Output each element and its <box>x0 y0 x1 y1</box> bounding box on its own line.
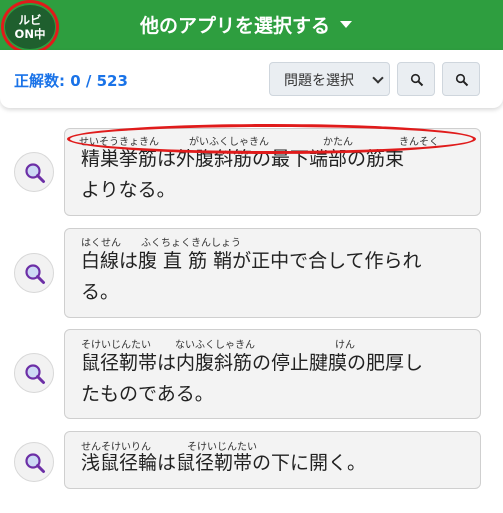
app-switcher-dropdown[interactable]: 他のアプリを選択する <box>140 11 353 38</box>
furigana: きんそく <box>399 137 439 148</box>
lookup-button[interactable] <box>14 253 54 293</box>
question-line: 精巣挙筋は外腹斜筋の最下端部の筋束 <box>81 148 405 170</box>
question-select-value: 問題を選択 <box>284 73 354 89</box>
ruby-toggle-line2: ON中 <box>14 27 46 41</box>
magnifier-icon <box>25 264 45 284</box>
question-text: 白線は腹 直 筋 鞘が正中で合して作られ る。 <box>81 246 422 308</box>
question-line: る。 <box>81 281 120 303</box>
magnifier-icon <box>25 453 45 473</box>
magnifier-icon <box>25 364 45 384</box>
zoom-out-button[interactable] <box>397 62 435 96</box>
question-text: 鼠径靭帯は内腹斜筋の停止腱膜の肥厚し たものである。 <box>81 348 423 410</box>
question-line: 浅鼠径輪は鼠径靭帯の下に開く。 <box>81 452 367 474</box>
question-line: よりなる。 <box>81 179 176 201</box>
question-select[interactable]: 問題を選択 <box>269 62 390 96</box>
chevron-down-icon <box>372 72 384 84</box>
magnifier-icon <box>25 163 45 183</box>
zoom-in-button[interactable] <box>442 62 480 96</box>
lookup-button[interactable] <box>14 152 54 192</box>
question-card[interactable]: せんそけいりん そけいじんたい 浅鼠径輪は鼠径靭帯の下に開く。 <box>64 431 481 489</box>
question-card[interactable]: はくせん ふくちょくきんしょう 白線は腹 直 筋 鞘が正中で合して作られ る。 <box>64 228 481 318</box>
question-line: たものである。 <box>81 383 214 405</box>
question-text: 浅鼠径輪は鼠径靭帯の下に開く。 <box>81 448 366 479</box>
question-line: 白線は腹 直 筋 鞘が正中で合して作られ <box>81 250 422 272</box>
app-header: ルビ ON中 他のアプリを選択する <box>0 0 503 54</box>
zoom-out-icon <box>410 73 424 87</box>
app-switcher-label: 他のアプリを選択する <box>140 15 331 37</box>
score-counter: 正解数: 0 / 523 <box>14 72 128 90</box>
question-line: 鼠径靭帯は内腹斜筋の停止腱膜の肥厚し <box>81 352 424 374</box>
ruby-toggle-line1: ルビ <box>18 13 42 27</box>
question-text: 精巣挙筋は外腹斜筋の最下端部の筋束 よりなる。 <box>81 144 404 206</box>
question-card[interactable]: そけいじんたい ないふくしゃきん けん 鼠径靭帯は内腹斜筋の停止腱膜の肥厚し た… <box>64 329 481 419</box>
lookup-button[interactable] <box>14 353 54 393</box>
toolbar: 正解数: 0 / 523 問題を選択 <box>0 50 503 108</box>
question-card[interactable]: せいそうきょきん がいふくしゃきん かたん きんそく 精巣挙筋は外腹斜筋の最下端… <box>64 128 481 216</box>
zoom-in-icon <box>455 73 469 87</box>
ruby-toggle-button[interactable]: ルビ ON中 <box>5 5 55 49</box>
caret-down-icon <box>340 21 353 28</box>
lookup-button[interactable] <box>14 442 54 482</box>
